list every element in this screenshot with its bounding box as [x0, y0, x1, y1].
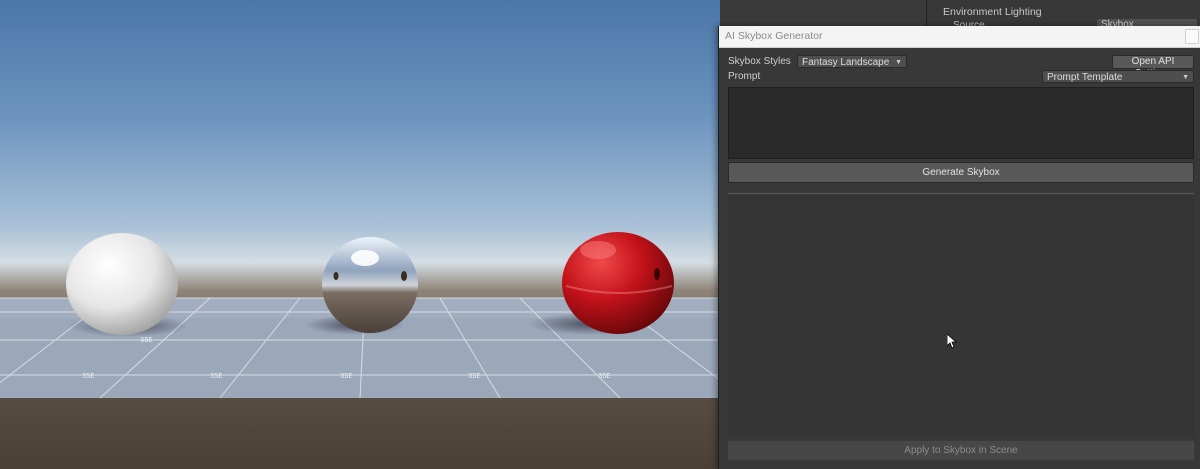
- apply-to-skybox-button[interactable]: Apply to Skybox in Scene: [727, 440, 1195, 461]
- window-titlebar[interactable]: AI Skybox Generator: [719, 26, 1200, 48]
- grid-label: 35E: [598, 373, 611, 381]
- generate-skybox-button[interactable]: Generate Skybox: [728, 162, 1194, 183]
- prompt-label: Prompt: [728, 71, 761, 82]
- grid-label: 35E: [340, 373, 353, 381]
- grid-label: 35E: [140, 337, 153, 345]
- red-sphere[interactable]: [562, 232, 674, 334]
- mouse-cursor-icon: [947, 334, 957, 349]
- skybox-preview-area: [727, 196, 1195, 436]
- skybox-style-value: Fantasy Landscape: [802, 57, 890, 68]
- skybox-style-dropdown[interactable]: Fantasy Landscape ▼: [797, 55, 907, 68]
- window-title: AI Skybox Generator: [725, 30, 823, 42]
- chevron-down-icon: ▼: [895, 59, 902, 66]
- environment-lighting-header: Environment Lighting: [943, 6, 1042, 18]
- close-icon[interactable]: [1185, 29, 1199, 44]
- grid-label: 35E: [468, 373, 481, 381]
- open-api-settings-button[interactable]: Open API Settings: [1112, 55, 1194, 79]
- skybox-styles-label: Skybox Styles: [728, 56, 791, 67]
- prompt-textarea[interactable]: [728, 87, 1194, 159]
- prompt-template-value: Prompt Template: [1047, 72, 1123, 83]
- white-sphere[interactable]: [66, 233, 178, 335]
- prompt-template-dropdown[interactable]: Prompt Template ▼: [1042, 70, 1194, 83]
- scene-viewport[interactable]: 35E 35E 35E 35E 35E 35E: [0, 0, 720, 469]
- chrome-sphere[interactable]: [322, 237, 418, 333]
- grid-label: 35E: [82, 373, 95, 381]
- chevron-down-icon: ▼: [1182, 74, 1189, 81]
- scene-render: 35E 35E 35E 35E 35E 35E: [0, 232, 720, 399]
- divider: [728, 193, 1194, 194]
- grid-label: 35E: [210, 373, 223, 381]
- ai-skybox-generator-window: AI Skybox Generator Skybox Styles Fantas…: [718, 26, 1200, 469]
